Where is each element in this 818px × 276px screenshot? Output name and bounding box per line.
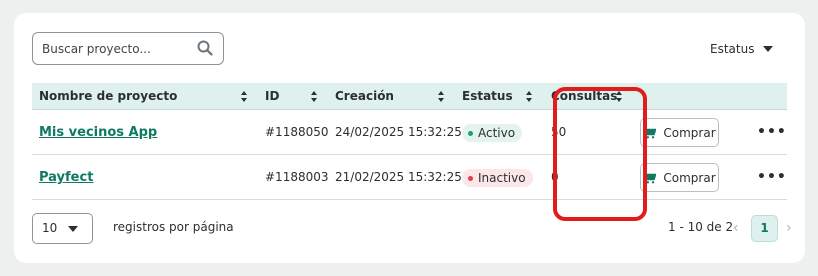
table-header: Nombre de proyecto ID Creación Estatus C… [32,83,787,110]
sort-icon[interactable] [438,91,445,102]
pagination-range: 1 - 10 de 2 [668,220,734,234]
sort-icon[interactable] [241,91,248,102]
per-page-value: 10 [42,221,58,235]
search-input[interactable] [42,40,192,58]
projects-table: Nombre de proyecto ID Creación Estatus C… [32,83,787,200]
search-icon[interactable] [197,40,213,56]
cart-icon [643,126,657,138]
header-status[interactable]: Estatus [462,83,513,110]
status-filter-dropdown[interactable]: Estatus [710,40,774,58]
status-badge: Inactivo [462,169,533,187]
header-queries[interactable]: Consultas [551,83,617,110]
sort-icon[interactable] [616,91,623,102]
chevron-right-icon[interactable]: › [786,220,792,236]
project-name-link[interactable]: Payfect [39,155,93,200]
table-row: Mis vecinos App #1188050 24/02/2025 15:3… [32,110,787,155]
header-created[interactable]: Creación [335,83,394,110]
caret-down-icon [68,226,78,232]
buy-button-label: Comprar [663,170,716,185]
buy-button[interactable]: Comprar [640,118,719,147]
cart-icon [643,171,657,183]
status-dot-icon [468,175,473,181]
header-project-name[interactable]: Nombre de proyecto [39,83,177,110]
project-id: #1188050 [265,125,329,139]
sort-icon[interactable] [311,91,318,102]
table-row: Payfect #1188003 21/02/2025 15:32:25 Ina… [32,155,787,200]
project-created: 21/02/2025 15:32:25 [335,170,462,184]
status-badge: Activo [462,124,523,142]
page-button-current[interactable]: 1 [751,215,778,242]
buy-button-label: Comprar [663,125,716,140]
chevron-left-icon[interactable]: ‹ [733,220,739,236]
project-name-link[interactable]: Mis vecinos App [39,110,157,155]
project-queries: 0 [551,170,559,184]
project-created: 24/02/2025 15:32:25 [335,125,462,139]
project-id: #1188003 [265,170,329,184]
more-options-icon[interactable]: ••• [757,155,787,200]
status-badge-label: Activo [478,126,516,140]
pagination-bar: 10 registros por página 1 - 10 de 2 ‹ 1 … [32,213,792,245]
header-id[interactable]: ID [265,83,279,110]
more-options-icon[interactable]: ••• [757,110,787,155]
status-filter-label: Estatus [710,42,755,56]
projects-card: Estatus Nombre de proyecto ID Creación E… [14,13,805,263]
buy-button[interactable]: Comprar [640,163,719,192]
status-badge-label: Inactivo [478,171,526,185]
caret-down-icon [763,46,774,52]
per-page-select[interactable]: 10 [32,213,93,244]
status-dot-icon [468,130,473,136]
project-queries: 50 [551,125,567,139]
search-box[interactable] [32,32,224,65]
per-page-label: registros por página [113,220,234,234]
sort-icon[interactable] [526,91,533,102]
